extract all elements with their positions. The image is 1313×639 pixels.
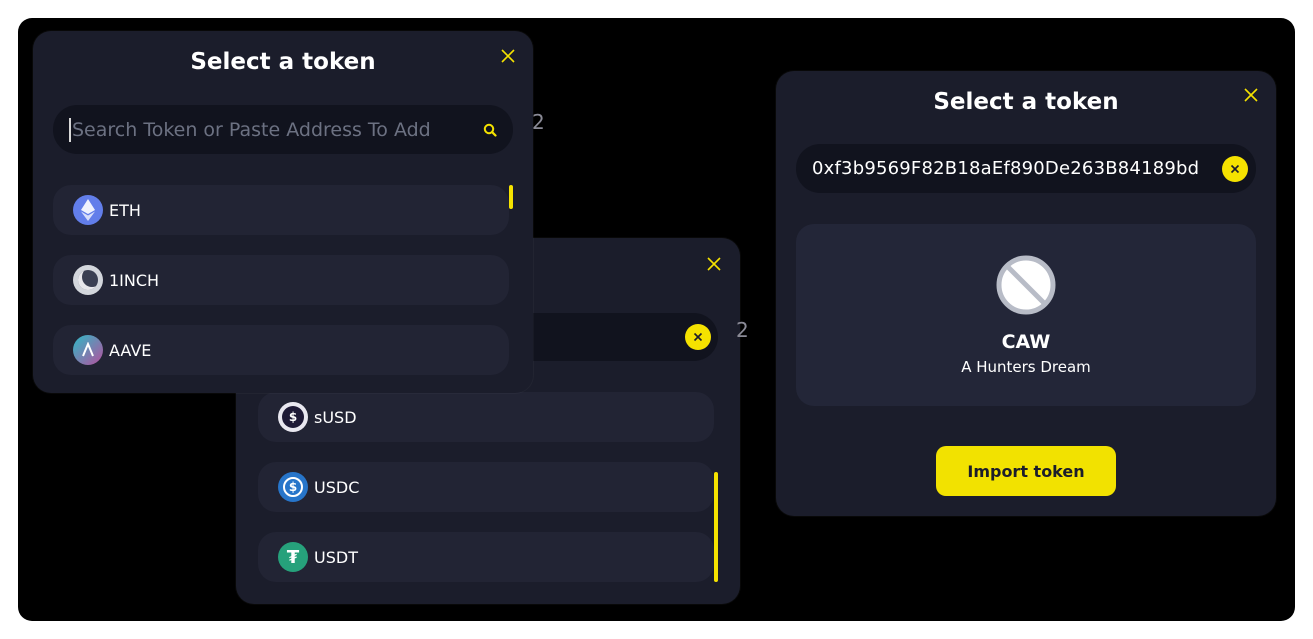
token-name: A Hunters Dream — [961, 358, 1091, 376]
token-symbol: ETH — [109, 200, 141, 220]
search-input-field[interactable] — [53, 105, 513, 154]
scrollbar-thumb[interactable] — [714, 472, 718, 582]
token-row-usdc[interactable]: $ USDC — [258, 462, 714, 512]
no-logo-icon — [995, 254, 1057, 320]
close-icon[interactable] — [1243, 87, 1259, 103]
token-row-aave[interactable]: AAVE — [53, 325, 509, 375]
screenshot-canvas: 2 ken $ sUSD $ USDC ₮ USDT 2 — [18, 18, 1295, 621]
eth-icon — [73, 195, 103, 225]
token-symbol: sUSD — [314, 407, 357, 427]
token-row-usdt[interactable]: ₮ USDT — [258, 532, 714, 582]
modal-title: Select a token — [190, 49, 376, 75]
modal-title: Select a token — [933, 89, 1119, 115]
search-input-field[interactable] — [796, 144, 1256, 193]
token-import-modal: Select a token CAW A Hunters Dream Impor… — [776, 71, 1276, 516]
susd-icon: $ — [278, 402, 308, 432]
clear-search-icon[interactable] — [685, 324, 711, 350]
token-symbol: USDT — [314, 547, 358, 567]
scrollbar-thumb[interactable] — [509, 185, 513, 209]
token-symbol: USDC — [314, 477, 360, 497]
token-row-susd[interactable]: $ sUSD — [258, 392, 714, 442]
background-fragment: 2 — [736, 318, 749, 342]
1inch-icon — [73, 265, 103, 295]
background-fragment: 2 — [532, 110, 545, 134]
token-result-card: CAW A Hunters Dream — [796, 224, 1256, 406]
usdt-icon: ₮ — [278, 542, 308, 572]
text-cursor — [69, 117, 71, 142]
token-row-eth[interactable]: ETH — [53, 185, 509, 235]
search-input[interactable] — [812, 158, 1200, 179]
close-icon[interactable] — [500, 48, 516, 64]
aave-icon — [73, 335, 103, 365]
token-select-modal-default: Select a token ETH 1INCH — [33, 31, 533, 393]
import-token-button[interactable]: Import token — [936, 446, 1116, 496]
close-icon[interactable] — [706, 256, 722, 272]
token-symbol: 1INCH — [109, 270, 160, 290]
clear-search-icon[interactable] — [1222, 156, 1248, 182]
usdc-icon: $ — [278, 472, 308, 502]
token-row-1inch[interactable]: 1INCH — [53, 255, 509, 305]
token-symbol: AAVE — [109, 340, 152, 360]
search-input[interactable] — [72, 118, 475, 141]
token-symbol: CAW — [1001, 331, 1051, 353]
search-icon[interactable] — [483, 123, 497, 137]
